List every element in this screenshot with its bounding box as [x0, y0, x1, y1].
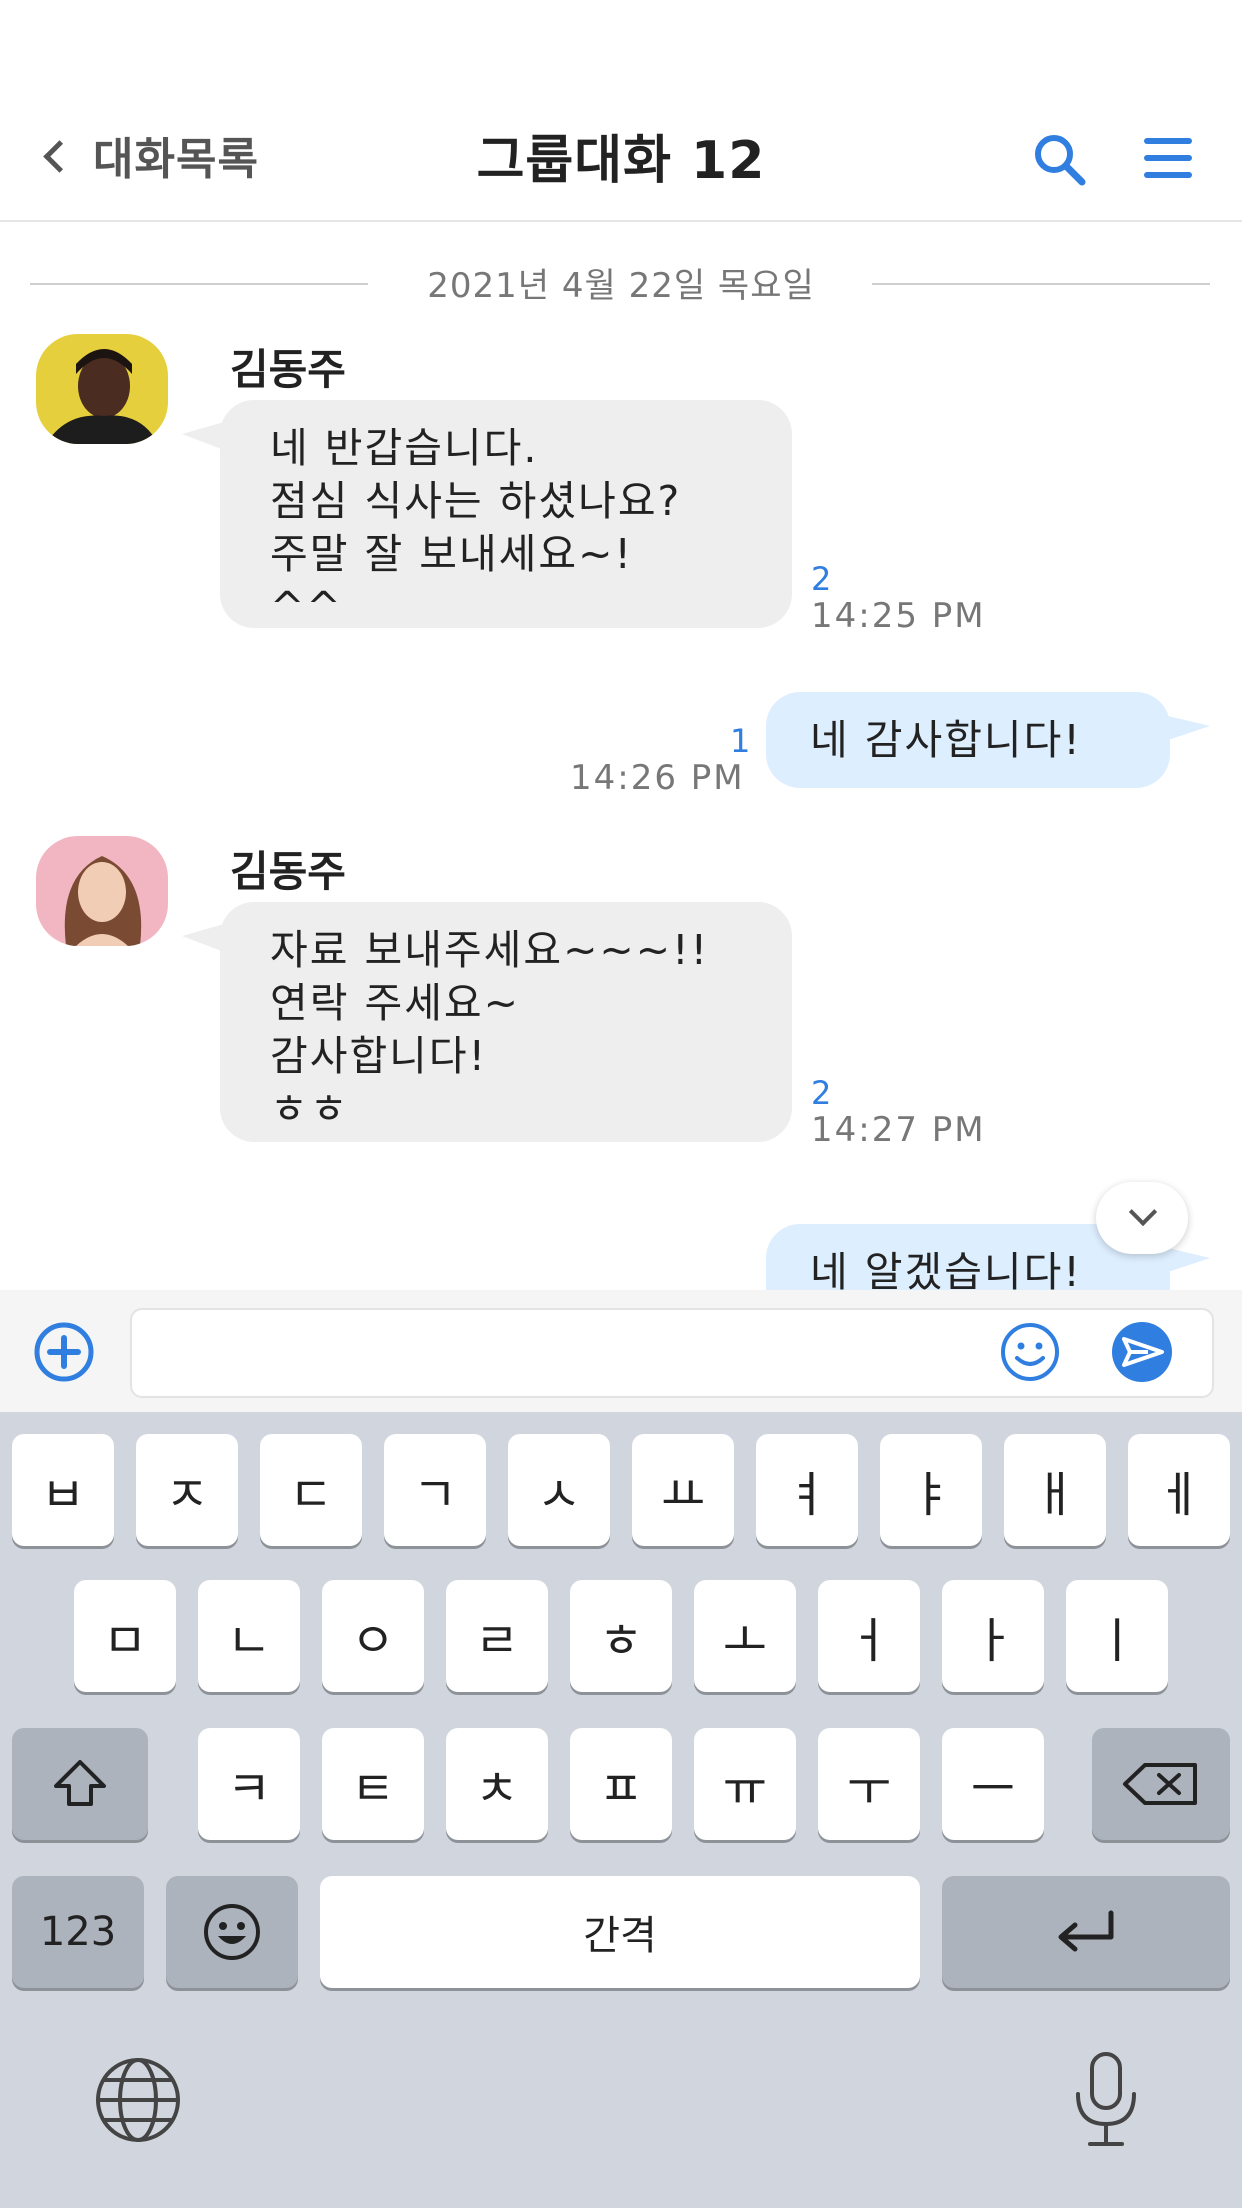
message-time: 14:26 PM: [570, 758, 745, 798]
chevron-down-icon: [1128, 1197, 1158, 1227]
message-text: ㅎㅎ: [270, 1085, 350, 1133]
key[interactable]: ㅏ: [942, 1580, 1044, 1692]
message-time: 14:27 PM: [811, 1110, 986, 1150]
key[interactable]: ㅛ: [632, 1434, 734, 1546]
unread-count: 2: [811, 1074, 832, 1112]
plus-circle-icon: [34, 1322, 94, 1382]
key[interactable]: ㅍ: [570, 1728, 672, 1840]
key[interactable]: ㅕ: [756, 1434, 858, 1546]
key[interactable]: ㄴ: [198, 1580, 300, 1692]
key[interactable]: ㅇ: [322, 1580, 424, 1692]
emoji-button[interactable]: [992, 1320, 1068, 1384]
key[interactable]: ㅜ: [818, 1728, 920, 1840]
send-icon: [1112, 1322, 1172, 1382]
globe-icon: [96, 2058, 180, 2142]
chat-messages[interactable]: 2021년 4월 22일 목요일 김동주 네 반갑습니다. 점심 식사는 하셨나…: [0, 222, 1242, 1290]
keyboard: ㅂ ㅈ ㄷ ㄱ ㅅ ㅛ ㅕ ㅑ ㅐ ㅔ ㅁ ㄴ ㅇ ㄹ ㅎ ㅗ ㅓ ㅏ ㅣ ㅋ …: [0, 1412, 1242, 2208]
message-bubble[interactable]: 자료 보내주세요~~~!! 연락 주세요~ 감사합니다! ㅎㅎ: [182, 902, 792, 1142]
return-key[interactable]: [942, 1876, 1230, 1988]
key[interactable]: ㅐ: [1004, 1434, 1106, 1546]
avatar[interactable]: [36, 836, 168, 946]
shift-icon: [54, 1760, 106, 1806]
chat-header: 대화목록 그룹대화 12: [0, 0, 1242, 222]
message-text: 연락 주세요~: [270, 979, 520, 1027]
key[interactable]: ㅓ: [818, 1580, 920, 1692]
key[interactable]: ㅈ: [136, 1434, 238, 1546]
message-text: 네 반갑습니다.: [270, 424, 539, 472]
menu-button[interactable]: [1140, 130, 1200, 190]
message-text: 감사합니다!: [270, 1032, 488, 1080]
add-attachment-button[interactable]: [26, 1320, 102, 1384]
key[interactable]: ㅁ: [74, 1580, 176, 1692]
message-time: 14:25 PM: [811, 596, 986, 636]
dictation-button[interactable]: [1058, 2048, 1154, 2152]
send-button[interactable]: [1104, 1320, 1180, 1384]
key[interactable]: ㄷ: [260, 1434, 362, 1546]
backspace-icon: [1123, 1763, 1197, 1805]
avatar-image: [36, 836, 168, 946]
microphone-icon: [1076, 2052, 1136, 2146]
key[interactable]: ㅋ: [198, 1728, 300, 1840]
key[interactable]: ㅎ: [570, 1580, 672, 1692]
smiley-icon: [1001, 1323, 1059, 1381]
key[interactable]: ㅠ: [694, 1728, 796, 1840]
globe-button[interactable]: [90, 2052, 186, 2148]
message-text: 자료 보내주세요~~~!!: [270, 926, 710, 974]
unread-count: 2: [811, 560, 832, 598]
sender-name: 김동주: [230, 345, 346, 394]
date-divider: 2021년 4월 22일 목요일: [427, 266, 815, 306]
numbers-key[interactable]: 123: [12, 1876, 144, 1988]
backspace-key[interactable]: [1092, 1728, 1230, 1840]
message-text: 네 감사합니다!: [810, 716, 1082, 764]
message-text: ^^: [270, 583, 343, 631]
key[interactable]: ㅣ: [1066, 1580, 1168, 1692]
message-input-bar: [0, 1290, 1242, 1412]
scroll-to-bottom-button[interactable]: [1096, 1182, 1188, 1254]
key[interactable]: ㄹ: [446, 1580, 548, 1692]
smiley-icon: [204, 1904, 260, 1960]
key[interactable]: ㅗ: [694, 1580, 796, 1692]
shift-key[interactable]: [12, 1728, 148, 1840]
key[interactable]: ㅂ: [12, 1434, 114, 1546]
key[interactable]: ㄱ: [384, 1434, 486, 1546]
space-key[interactable]: 간격: [320, 1876, 920, 1988]
avatar-image: [36, 334, 168, 444]
return-icon: [1058, 1910, 1114, 1952]
key[interactable]: ㅔ: [1128, 1434, 1230, 1546]
avatar[interactable]: [36, 334, 168, 444]
message-bubble[interactable]: 네 감사합니다!: [766, 692, 1210, 788]
menu-icon: [1144, 138, 1192, 178]
message-bubble[interactable]: 네 반갑습니다. 점심 식사는 하셨나요? 주말 잘 보내세요~! ^^: [182, 400, 792, 631]
key[interactable]: ㅅ: [508, 1434, 610, 1546]
emoji-key[interactable]: [166, 1876, 298, 1988]
sender-name: 김동주: [230, 847, 346, 896]
search-button[interactable]: [1030, 130, 1090, 190]
search-icon: [1035, 135, 1086, 186]
message-text: 점심 식사는 하셨나요?: [270, 477, 682, 525]
key[interactable]: ㅡ: [942, 1728, 1044, 1840]
key[interactable]: ㅑ: [880, 1434, 982, 1546]
message-text: 주말 잘 보내세요~!: [270, 530, 633, 578]
key[interactable]: ㅌ: [322, 1728, 424, 1840]
unread-count: 1: [730, 722, 751, 760]
message-text: 네 알겠습니다!: [810, 1248, 1082, 1290]
key[interactable]: ㅊ: [446, 1728, 548, 1840]
